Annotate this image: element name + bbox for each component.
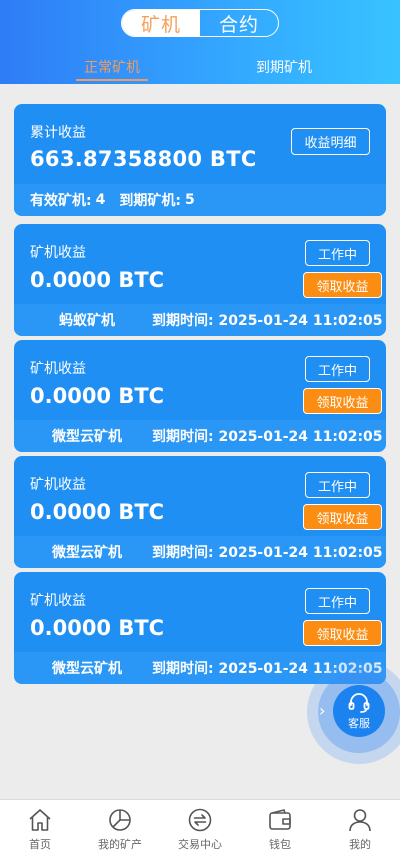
working-status-badge: 工作中 [305, 356, 370, 382]
effective-miners-label: 有效矿机: [30, 193, 92, 209]
miner-name: 微型云矿机 [52, 545, 122, 561]
segment-contract[interactable]: 合约 [200, 10, 278, 36]
working-status-badge: 工作中 [305, 240, 370, 266]
total-earnings-label: 累计收益 [30, 125, 86, 141]
miner-info-strip: 微型云矿机 到期时间: 2025-01-24 11:02:05 [14, 420, 386, 452]
customer-service-label: 客服 [348, 716, 370, 730]
nav-item-trading-center[interactable]: 交易中心 [160, 800, 240, 859]
nav-item-home[interactable]: 首页 [0, 800, 80, 859]
tab-normal-miners[interactable]: 正常矿机 [76, 56, 148, 78]
headset-icon [348, 692, 370, 713]
miner-earnings-label: 矿机收益 [30, 477, 86, 493]
miner-earnings-value: 0.0000 BTC [30, 500, 165, 524]
claim-earnings-button[interactable]: 领取收益 [303, 272, 382, 298]
expired-miners-label: 到期矿机: [119, 193, 181, 209]
claim-earnings-button[interactable]: 领取收益 [303, 388, 382, 414]
tab-expired-miners[interactable]: 到期矿机 [246, 56, 322, 78]
miner-earnings-label: 矿机收益 [30, 593, 86, 609]
user-icon [349, 809, 371, 832]
exchange-icon [188, 808, 212, 832]
miner-expire-time: 到期时间: 2025-01-24 11:02:05 [152, 313, 383, 329]
claim-earnings-button[interactable]: 领取收益 [303, 504, 382, 530]
working-status-badge: 工作中 [305, 472, 370, 498]
miner-info-strip: 微型云矿机 到期时间: 2025-01-24 11:02:05 [14, 536, 386, 568]
segment-miner[interactable]: 矿机 [122, 10, 200, 36]
claim-earnings-button[interactable]: 领取收益 [303, 620, 382, 646]
active-tab-indicator [76, 79, 148, 81]
effective-miners-count: 4 [95, 192, 106, 208]
nav-item-my-mining[interactable]: 我的矿产 [80, 800, 160, 859]
header: 矿机 合约 正常矿机 到期矿机 [0, 0, 400, 84]
chevron-right-icon: › [319, 701, 326, 720]
miner-earnings-value: 0.0000 BTC [30, 268, 165, 292]
miner-count-strip: 有效矿机: 4 到期矿机: 5 [14, 184, 386, 216]
segment-control: 矿机 合约 [121, 9, 279, 37]
nav-label-profile: 我的 [349, 838, 371, 851]
customer-service-button[interactable]: 客服 [333, 685, 385, 737]
miner-name: 微型云矿机 [52, 661, 122, 677]
miner-name: 微型云矿机 [52, 429, 122, 445]
bottom-nav: 首页 我的矿产 交易中心 钱包 我的 [0, 799, 400, 859]
miner-expire-time: 到期时间: 2025-01-24 11:02:05 [152, 429, 383, 445]
nav-label-my-mining: 我的矿产 [98, 838, 142, 851]
miner-expire-time: 到期时间: 2025-01-24 11:02:05 [152, 545, 383, 561]
pie-chart-icon [109, 809, 131, 831]
nav-label-wallet: 钱包 [269, 838, 291, 851]
nav-label-trading-center: 交易中心 [178, 838, 222, 851]
expired-miners-count: 5 [184, 192, 195, 208]
miner-name: 蚂蚁矿机 [59, 313, 115, 329]
home-icon [29, 809, 51, 831]
miner-info-strip: 蚂蚁矿机 到期时间: 2025-01-24 11:02:05 [14, 304, 386, 336]
miner-earnings-value: 0.0000 BTC [30, 384, 165, 408]
miner-earnings-label: 矿机收益 [30, 245, 86, 261]
earnings-detail-button[interactable]: 收益明细 [291, 128, 370, 155]
total-earnings-value: 663.87358800 BTC [30, 147, 257, 171]
nav-item-profile[interactable]: 我的 [320, 800, 400, 859]
nav-label-home: 首页 [29, 838, 51, 851]
nav-item-wallet[interactable]: 钱包 [240, 800, 320, 859]
working-status-badge: 工作中 [305, 588, 370, 614]
miner-earnings-label: 矿机收益 [30, 361, 86, 377]
miner-earnings-value: 0.0000 BTC [30, 616, 165, 640]
wallet-icon [269, 809, 291, 830]
earnings-summary-card: 累计收益 663.87358800 BTC 收益明细 有效矿机: 4 到期矿机:… [14, 104, 386, 216]
